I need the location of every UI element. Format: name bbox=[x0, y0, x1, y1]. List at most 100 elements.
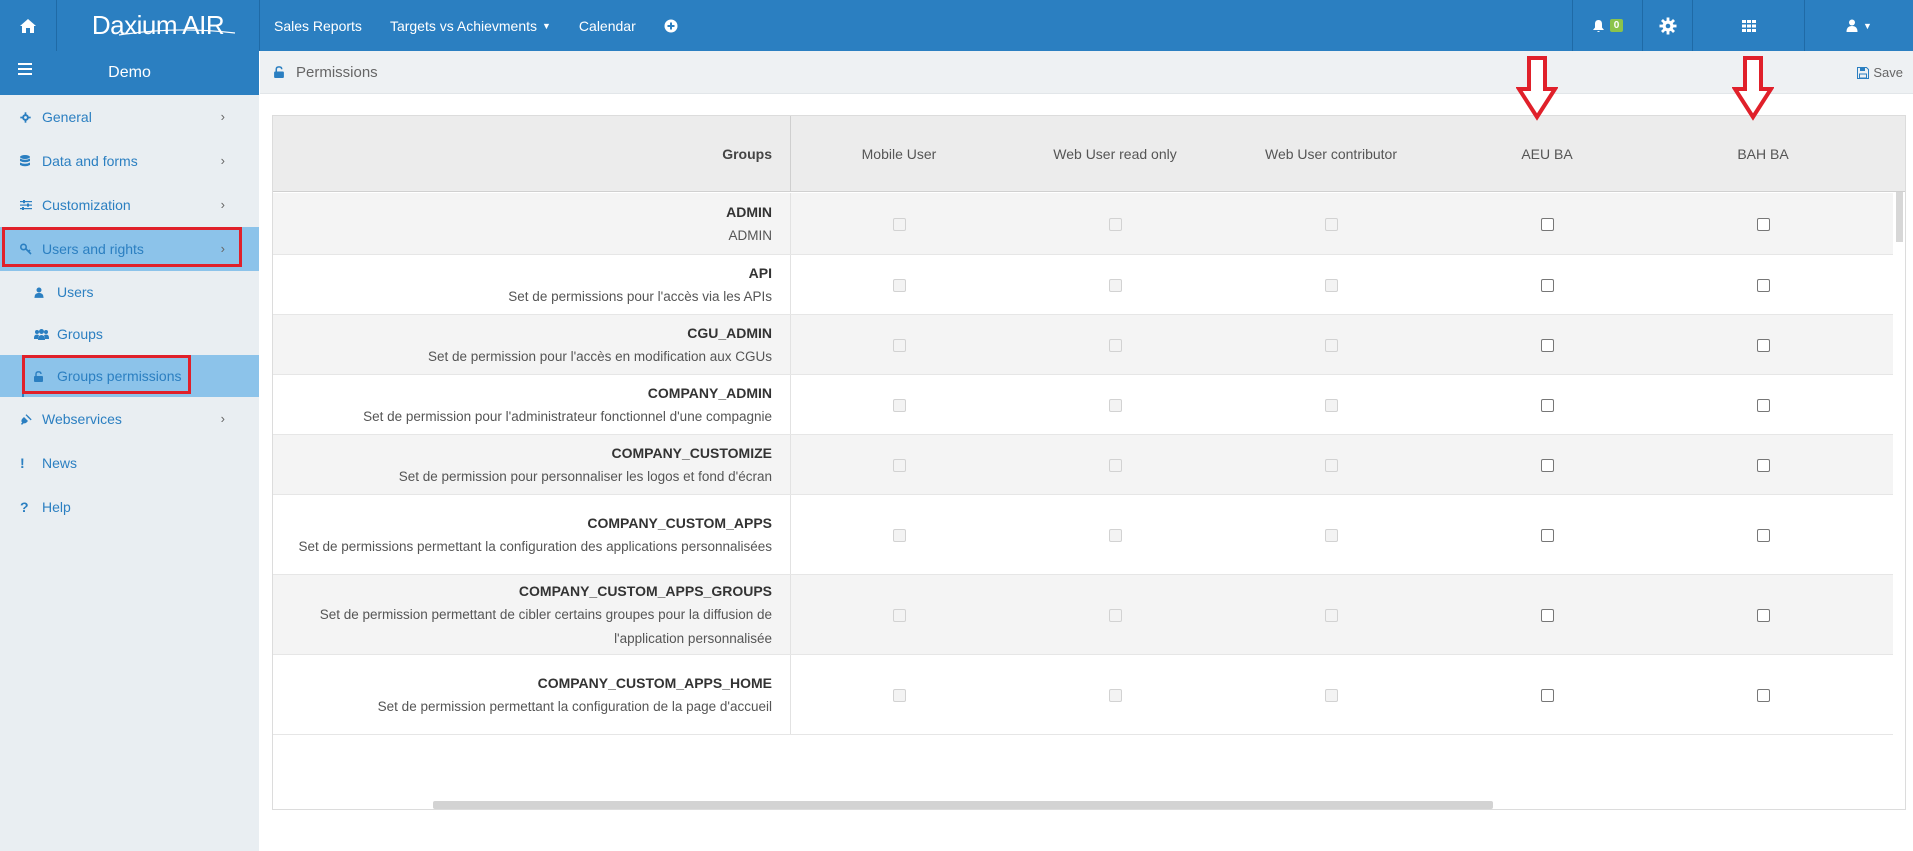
column-header-bah-ba[interactable]: BAH BA bbox=[1655, 116, 1871, 192]
permission-checkbox[interactable] bbox=[1757, 459, 1770, 472]
permission-checkbox[interactable] bbox=[1541, 459, 1554, 472]
grid-icon bbox=[1741, 19, 1756, 32]
group-cell: COMPANY_CUSTOM_APPS_HOME Set de permissio… bbox=[273, 655, 791, 734]
group-description: Set de permissions pour l'accès via les … bbox=[508, 288, 772, 304]
table-row: CGU_ADMIN Set de permission pour l'accès … bbox=[273, 315, 1893, 375]
exclamation-icon: ! bbox=[20, 455, 25, 471]
home-button[interactable] bbox=[0, 0, 57, 51]
group-description: Set de permission permettant la configur… bbox=[377, 698, 772, 714]
sidebar-subitem-groups[interactable]: Groups bbox=[0, 313, 259, 355]
sidebar-item-webservices[interactable]: Webservices › bbox=[0, 397, 259, 441]
permission-checkbox[interactable] bbox=[1541, 339, 1554, 352]
sidebar-item-users-and-rights[interactable]: Users and rights › bbox=[0, 227, 259, 271]
permission-checkbox bbox=[893, 689, 906, 702]
permission-checkbox bbox=[1109, 279, 1122, 292]
caret-down-icon: ▼ bbox=[1863, 20, 1872, 31]
permission-checkbox[interactable] bbox=[1757, 339, 1770, 352]
vertical-scrollbar[interactable] bbox=[1896, 192, 1903, 242]
table-row: COMPANY_ADMIN Set de permission pour l'ad… bbox=[273, 375, 1893, 435]
sidebar-item-news[interactable]: ! News bbox=[0, 441, 259, 485]
column-header-aeu-ba[interactable]: AEU BA bbox=[1439, 116, 1655, 192]
breadcrumb-bar: Permissions Save bbox=[260, 51, 1913, 94]
sidebar-item-help[interactable]: ? Help bbox=[0, 485, 259, 529]
user-menu-button[interactable]: ▼ bbox=[1804, 0, 1913, 51]
notifications-button[interactable]: 0 bbox=[1572, 0, 1642, 51]
column-header-mobile-user[interactable]: Mobile User bbox=[791, 116, 1007, 192]
permissions-table: Groups Mobile User Web User read only We… bbox=[272, 115, 1906, 810]
group-name: COMPANY_CUSTOM_APPS_GROUPS bbox=[518, 582, 772, 599]
app-logo[interactable]: Daxium AIR bbox=[57, 0, 260, 51]
sidebar-item-label: Customization bbox=[42, 197, 131, 213]
chevron-right-icon: › bbox=[220, 241, 225, 256]
table-row: COMPANY_CUSTOM_APPS_GROUPS Set de permiss… bbox=[273, 575, 1893, 655]
permission-checkbox bbox=[1109, 339, 1122, 352]
group-cell: API Set de permissions pour l'accès via l… bbox=[273, 255, 791, 314]
permission-checkbox[interactable] bbox=[1757, 609, 1770, 622]
sidebar-item-label: Groups bbox=[57, 326, 103, 342]
permission-checkbox[interactable] bbox=[1757, 689, 1770, 702]
permission-checkbox bbox=[1325, 218, 1338, 231]
horizontal-scrollbar[interactable] bbox=[433, 801, 1493, 809]
home-icon bbox=[20, 18, 36, 33]
permission-checkbox[interactable] bbox=[1757, 529, 1770, 542]
table-row: COMPANY_CUSTOM_APPS Set de permissions pe… bbox=[273, 495, 1893, 575]
permission-checkbox[interactable] bbox=[1541, 279, 1554, 292]
group-cell: COMPANY_ADMIN Set de permission pour l'ad… bbox=[273, 375, 791, 434]
table-header: Groups Mobile User Web User read only We… bbox=[273, 116, 1905, 192]
floppy-disk-icon bbox=[1857, 66, 1870, 79]
permission-checkbox bbox=[1109, 399, 1122, 412]
groups-column-header: Groups bbox=[273, 116, 791, 192]
group-description: ADMIN bbox=[728, 227, 773, 243]
group-name: COMPANY_ADMIN bbox=[647, 384, 772, 401]
permission-checkbox[interactable] bbox=[1541, 218, 1554, 231]
permission-checkbox bbox=[1325, 399, 1338, 412]
group-name: COMPANY_CUSTOM_APPS_HOME bbox=[537, 674, 772, 691]
apps-grid-button[interactable] bbox=[1692, 0, 1804, 51]
user-icon bbox=[34, 287, 57, 298]
nav-calendar[interactable]: Calendar bbox=[565, 0, 650, 51]
column-header-web-user-contributor[interactable]: Web User contributor bbox=[1223, 116, 1439, 192]
permission-checkbox[interactable] bbox=[1757, 279, 1770, 292]
sidebar-item-data-and-forms[interactable]: Data and forms › bbox=[0, 139, 259, 183]
annotation-arrow-bah-ba bbox=[1732, 56, 1774, 121]
group-cell: COMPANY_CUSTOMIZE Set de permission pour … bbox=[273, 435, 791, 494]
permission-checkbox bbox=[1109, 689, 1122, 702]
permission-checkbox[interactable] bbox=[1541, 609, 1554, 622]
group-cell: COMPANY_CUSTOM_APPS Set de permissions pe… bbox=[273, 495, 791, 574]
permission-checkbox[interactable] bbox=[1757, 399, 1770, 412]
top-navbar: Daxium AIR Sales Reports Targets vs Achi… bbox=[0, 0, 1913, 51]
gear-icon bbox=[1659, 17, 1676, 34]
nav-sales-reports[interactable]: Sales Reports bbox=[260, 0, 376, 51]
permission-checkbox[interactable] bbox=[1541, 689, 1554, 702]
right-nav: 0 ▼ bbox=[1572, 0, 1913, 51]
column-header-web-user-read-only[interactable]: Web User read only bbox=[1007, 116, 1223, 192]
permission-checkbox bbox=[1325, 689, 1338, 702]
permission-checkbox bbox=[1325, 609, 1338, 622]
caret-down-icon: ▼ bbox=[542, 20, 551, 31]
table-row: API Set de permissions pour l'accès via l… bbox=[273, 255, 1893, 315]
permission-checkbox[interactable] bbox=[1541, 399, 1554, 412]
group-name: COMPANY_CUSTOMIZE bbox=[611, 444, 773, 461]
permission-checkbox[interactable] bbox=[1757, 218, 1770, 231]
sidebar-subitem-users[interactable]: Users bbox=[0, 271, 259, 313]
plug-icon bbox=[20, 413, 42, 425]
add-nav-button[interactable] bbox=[650, 0, 692, 51]
annotation-arrow-aeu-ba bbox=[1516, 56, 1558, 121]
sidebar-item-customization[interactable]: Customization › bbox=[0, 183, 259, 227]
settings-button[interactable] bbox=[1642, 0, 1692, 51]
nav-label: Calendar bbox=[578, 17, 636, 34]
save-label: Save bbox=[1873, 65, 1903, 80]
group-description: Set de permissions permettant la configu… bbox=[298, 538, 772, 554]
database-icon bbox=[20, 155, 42, 167]
sidebar-item-general[interactable]: General › bbox=[0, 95, 259, 139]
permission-checkbox bbox=[893, 279, 906, 292]
hamburger-menu-icon[interactable] bbox=[18, 63, 32, 75]
permission-checkbox bbox=[1109, 218, 1122, 231]
save-button[interactable]: Save bbox=[1857, 65, 1903, 80]
permission-checkbox[interactable] bbox=[1541, 529, 1554, 542]
notifications-count-badge: 0 bbox=[1609, 19, 1624, 32]
nav-targets-vs-achievments[interactable]: Targets vs Achievments ▼ bbox=[376, 0, 565, 51]
gear-icon bbox=[20, 111, 42, 123]
sidebar-subitem-groups-permissions[interactable]: Groups permissions bbox=[0, 355, 259, 397]
permission-checkbox bbox=[1325, 529, 1338, 542]
